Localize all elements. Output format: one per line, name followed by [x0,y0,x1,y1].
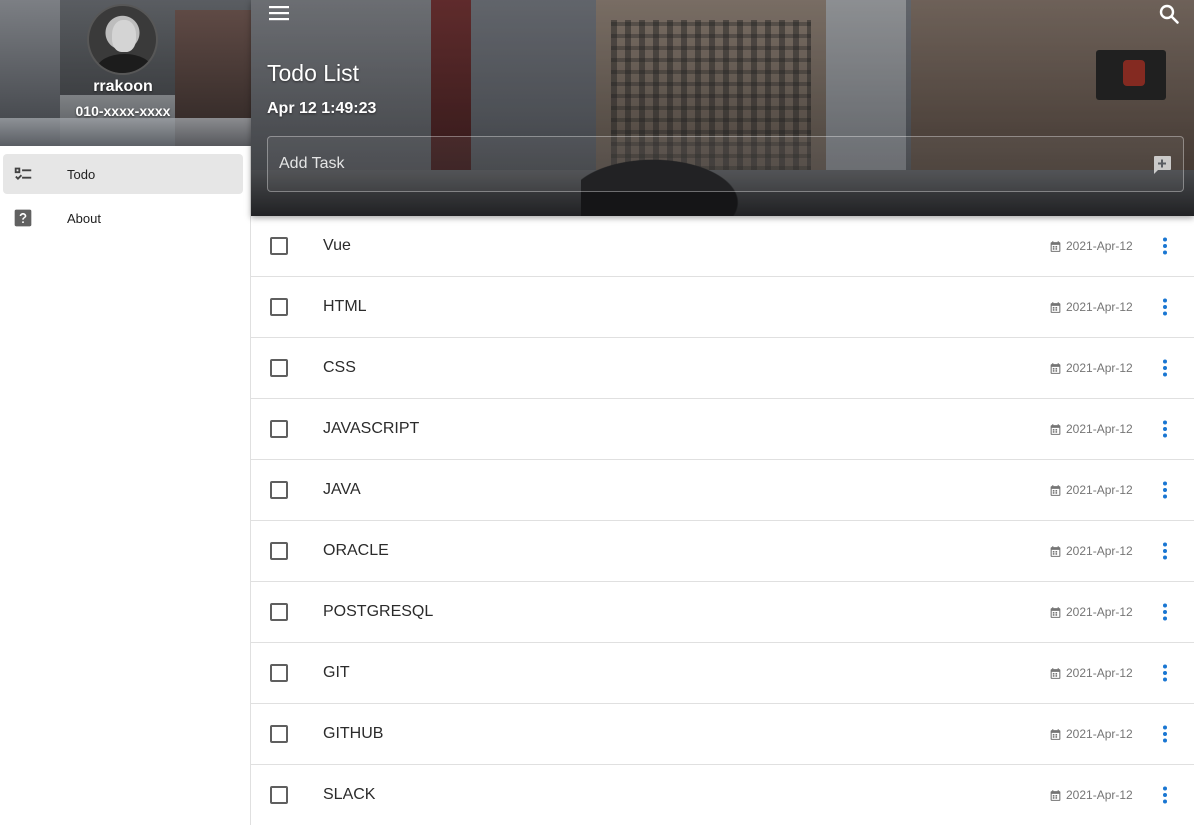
search-icon [1159,4,1179,24]
drawer-header: rrakoon 010-xxxx-xxxx [0,0,251,146]
task-checkbox[interactable] [270,298,288,316]
task-checkbox[interactable] [270,725,288,743]
sidebar-item-label: About [67,210,101,226]
user-name: rrakoon [93,78,153,95]
task-row: JAVASCRIPT 2021-Apr-12 [251,399,1194,460]
task-title: JAVASCRIPT [323,420,420,437]
more-vert-icon[interactable] [1158,541,1172,561]
hamburger-menu-icon [269,6,289,21]
task-title: GITHUB [323,725,384,742]
task-date: 2021-Apr-12 [1066,544,1133,558]
task-checkbox[interactable] [270,603,288,621]
task-date: 2021-Apr-12 [1066,300,1133,314]
task-title: ORACLE [323,542,389,559]
task-date: 2021-Apr-12 [1066,605,1133,619]
avatar [87,4,158,75]
more-vert-icon[interactable] [1158,480,1172,500]
task-checkbox[interactable] [270,420,288,438]
task-title: CSS [323,359,356,376]
task-checkbox[interactable] [270,481,288,499]
task-date: 2021-Apr-12 [1066,666,1133,680]
more-vert-icon[interactable] [1158,236,1172,256]
task-title: GIT [323,664,350,681]
task-date: 2021-Apr-12 [1066,788,1133,802]
task-row: GITHUB 2021-Apr-12 [251,704,1194,765]
task-checkbox[interactable] [270,786,288,804]
add-task-button[interactable] [1150,153,1174,177]
task-row: JAVA 2021-Apr-12 [251,460,1194,521]
calendar-icon [1050,485,1061,496]
task-title: Vue [323,237,351,254]
more-vert-icon[interactable] [1158,724,1172,744]
task-row: HTML 2021-Apr-12 [251,277,1194,338]
task-row: POSTGRESQL 2021-Apr-12 [251,582,1194,643]
task-checkbox[interactable] [270,359,288,377]
task-list: Vue 2021-Apr-12 HTML 2021-Apr-12 CSS 202… [251,216,1194,825]
task-row: CSS 2021-Apr-12 [251,338,1194,399]
task-row: Vue 2021-Apr-12 [251,216,1194,277]
task-row: ORACLE 2021-Apr-12 [251,521,1194,582]
add-task-input[interactable] [279,151,1119,177]
task-checkbox[interactable] [270,664,288,682]
sidebar-item-label: Todo [67,166,96,182]
more-vert-icon[interactable] [1158,785,1172,805]
message-plus-icon [1154,156,1171,174]
search-button[interactable] [1157,2,1181,26]
task-title: JAVA [323,481,361,498]
navigation-drawer: rrakoon 010-xxxx-xxxx Todo About [0,0,251,825]
calendar-icon [1050,302,1061,313]
task-date: 2021-Apr-12 [1066,727,1133,741]
more-vert-icon[interactable] [1158,358,1172,378]
task-title: HTML [323,298,367,315]
calendar-icon [1050,729,1061,740]
more-vert-icon[interactable] [1158,602,1172,622]
sidebar-item-todo[interactable]: Todo [3,154,243,194]
task-row: SLACK 2021-Apr-12 [251,765,1194,825]
calendar-icon [1050,363,1061,374]
task-checkbox[interactable] [270,542,288,560]
task-date: 2021-Apr-12 [1066,361,1133,375]
format-list-checks-icon [12,163,34,185]
help-box-icon [12,207,34,229]
current-datetime: Apr 12 1:49:23 [267,100,377,117]
calendar-icon [1050,790,1061,801]
more-vert-icon[interactable] [1158,419,1172,439]
more-vert-icon[interactable] [1158,297,1172,317]
page-title: Todo List [267,60,360,86]
calendar-icon [1050,607,1061,618]
task-date: 2021-Apr-12 [1066,422,1133,436]
menu-button[interactable] [267,2,291,24]
calendar-icon [1050,668,1061,679]
task-title: POSTGRESQL [323,603,434,620]
calendar-icon [1050,424,1061,435]
add-task-field [267,136,1184,192]
task-date: 2021-Apr-12 [1066,239,1133,253]
more-vert-icon[interactable] [1158,663,1172,683]
user-phone: 010-xxxx-xxxx [75,103,171,119]
app-bar: Todo List Apr 12 1:49:23 [251,0,1194,216]
task-checkbox[interactable] [270,237,288,255]
calendar-icon [1050,546,1061,557]
sidebar-item-about[interactable]: About [3,198,243,238]
task-title: SLACK [323,786,376,803]
task-date: 2021-Apr-12 [1066,483,1133,497]
task-row: GIT 2021-Apr-12 [251,643,1194,704]
calendar-icon [1050,241,1061,252]
